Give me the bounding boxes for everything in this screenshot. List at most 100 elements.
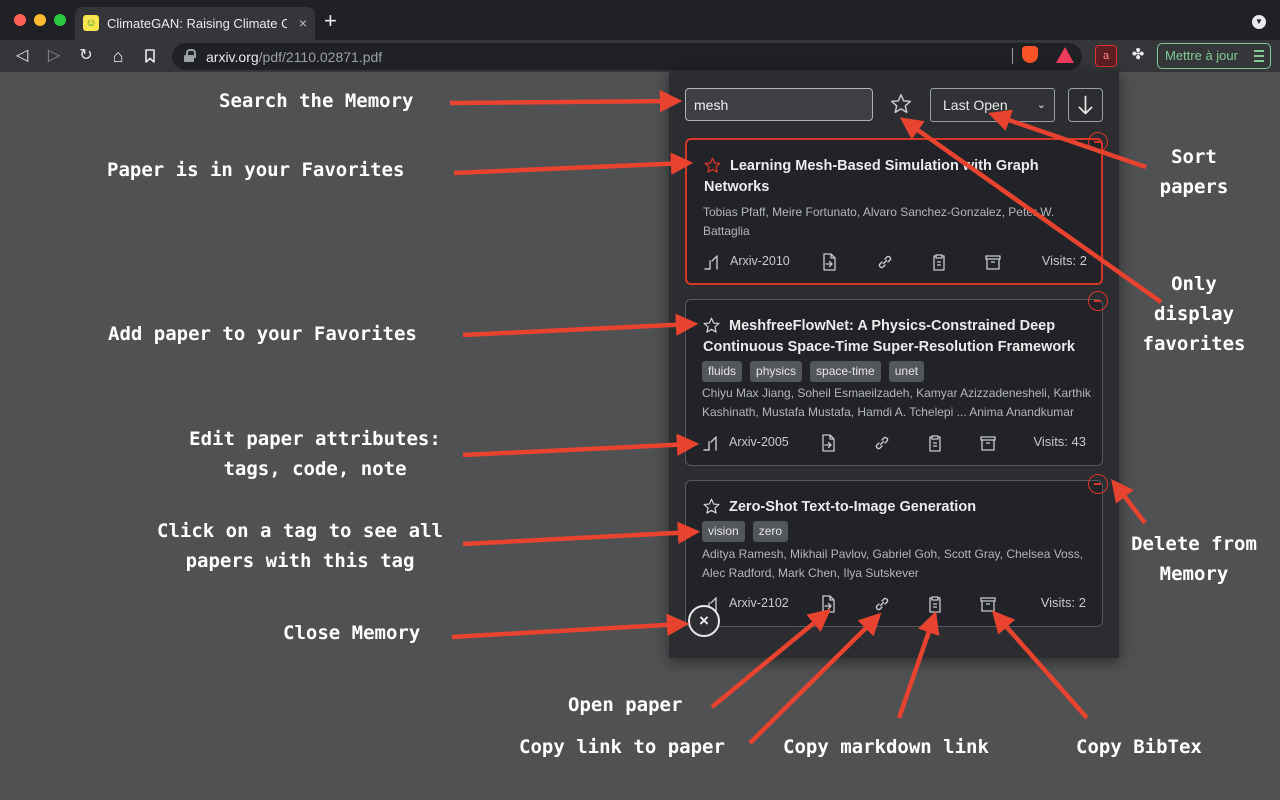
paper-title[interactable]: Learning Mesh-Based Simulation with Grap… [704, 156, 1084, 198]
paper-venue: Arxiv-2102 [729, 596, 789, 610]
paper-title[interactable]: MeshfreeFlowNet: A Physics-Constrained D… [703, 316, 1083, 358]
window-close-button[interactable] [14, 14, 26, 26]
annotation-only-favorites: Only display favorites [1138, 269, 1250, 359]
tab-search-icon[interactable]: ▼ [1252, 15, 1266, 29]
paper-card: MeshfreeFlowNet: A Physics-Constrained D… [685, 299, 1103, 466]
copy-markdown-icon[interactable] [925, 433, 945, 453]
new-tab-button[interactable]: + [324, 10, 337, 32]
paper-actions: Arxiv-2102 Visits: 2 [702, 593, 1086, 615]
window-zoom-button[interactable] [54, 14, 66, 26]
paper-visits: Visits: 2 [1040, 595, 1086, 610]
paper-visits: Visits: 43 [1033, 434, 1086, 449]
annotation-line: favorites [1142, 333, 1246, 355]
arxiv-memory-extension-icon[interactable]: a [1095, 45, 1117, 67]
annotation-line: Only [1171, 273, 1217, 295]
memory-panel: Last Open ⌄ Learning Mesh-Based Simulati… [669, 70, 1119, 658]
update-button-label: Mettre à jour [1165, 48, 1238, 63]
copy-link-icon[interactable] [872, 433, 892, 453]
sort-select[interactable]: Last Open ⌄ [930, 88, 1055, 122]
address-bar[interactable]: arxiv.org/pdf/2110.02871.pdf [172, 43, 1082, 70]
url-text: arxiv.org/pdf/2110.02871.pdf [206, 49, 383, 65]
forward-button[interactable]: ▷ [42, 44, 66, 68]
paper-authors: Aditya Ramesh, Mikhail Pavlov, Gabriel G… [702, 547, 1084, 580]
window-minimize-button[interactable] [34, 14, 46, 26]
extensions-puzzle-icon[interactable]: ✤ [1127, 44, 1149, 66]
annotation-line: tags, code, note [223, 458, 407, 480]
bookmark-icon[interactable] [142, 48, 158, 64]
arrow-edit-attributes [462, 433, 700, 458]
brave-rewards-icon[interactable] [1056, 47, 1074, 63]
tag-list: fluids physics space-time unet [702, 361, 925, 382]
annotation-edit-attributes: Edit paper attributes: tags, code, note [178, 424, 452, 484]
tab-bar: ☺ ClimateGAN: Raising Climate Cl × + ▼ [0, 0, 1280, 40]
tag-chip[interactable]: physics [750, 361, 803, 382]
tag-chip[interactable]: zero [752, 521, 789, 542]
tag-chip[interactable]: vision [702, 521, 745, 542]
annotation-copy-markdown: Copy markdown link [783, 736, 989, 758]
sort-direction-button[interactable] [1068, 88, 1103, 122]
annotation-search: Search the Memory [219, 90, 414, 112]
sort-select-value: Last Open [943, 97, 1008, 113]
tab-climategan[interactable]: ☺ ClimateGAN: Raising Climate Cl × [75, 7, 315, 40]
annotation-add-favorite: Add paper to your Favorites [108, 323, 417, 345]
arrow-delete [1111, 479, 1147, 525]
paper-visits: Visits: 2 [1041, 253, 1087, 268]
search-input[interactable] [685, 88, 873, 121]
copy-bibtex-icon[interactable] [983, 252, 1003, 272]
annotation-close: Close Memory [283, 622, 421, 644]
copy-bibtex-icon[interactable] [978, 594, 998, 614]
open-paper-icon[interactable] [818, 433, 838, 453]
arrow-add-favorite [462, 313, 699, 338]
paper-venue: Arxiv-2005 [729, 435, 789, 449]
paper-venue: Arxiv-2010 [730, 254, 790, 268]
smiley-favicon-icon: ☺ [83, 15, 99, 31]
tag-chip[interactable]: unet [888, 361, 925, 382]
tab-close-icon[interactable]: × [299, 15, 307, 31]
paper-authors: Chiyu Max Jiang, Soheil Esmaeilzadeh, Ka… [702, 386, 1091, 419]
brave-shield-icon[interactable] [1022, 46, 1038, 63]
annotation-sort: Sort papers [1150, 142, 1238, 202]
open-paper-icon[interactable] [819, 252, 839, 272]
reload-button[interactable]: ↻ [74, 44, 98, 68]
tab-title: ClimateGAN: Raising Climate Cl [107, 16, 287, 31]
close-memory-button[interactable]: × [688, 605, 720, 637]
annotation-copy-bibtex: Copy BibTex [1076, 736, 1202, 758]
annotation-favorites: Paper is in your Favorites [107, 159, 405, 181]
tag-chip[interactable]: space-time [810, 361, 881, 382]
annotation-open-paper: Open paper [568, 694, 683, 716]
arrow-close [451, 613, 690, 640]
annotation-copy-link: Copy link to paper [519, 736, 725, 758]
paper-card: Zero-Shot Text-to-Image Generation visio… [685, 480, 1103, 627]
browser-toolbar: ◁ ▷ ↻ ⌂ arxiv.org/pdf/2110.02871.pdf a ✤… [0, 40, 1280, 72]
toolbar-divider [1012, 48, 1013, 64]
edit-attributes-icon[interactable] [702, 434, 720, 452]
open-paper-icon[interactable] [818, 594, 838, 614]
annotation-line: display [1153, 303, 1235, 325]
copy-link-icon[interactable] [875, 252, 895, 272]
paper-actions: Arxiv-2005 Visits: 43 [702, 432, 1086, 454]
delete-paper-icon[interactable] [1088, 132, 1108, 152]
back-button[interactable]: ◁ [10, 44, 34, 68]
arrow-search [449, 89, 683, 113]
home-button[interactable]: ⌂ [106, 44, 130, 68]
copy-bibtex-icon[interactable] [978, 433, 998, 453]
annotation-delete: Delete from Memory [1122, 529, 1266, 589]
delete-paper-icon[interactable] [1088, 291, 1108, 311]
favorites-filter-star-icon[interactable] [889, 92, 913, 116]
paper-actions: Arxiv-2010 Visits: 2 [703, 251, 1087, 273]
annotation-line: papers with this tag [185, 550, 415, 572]
copy-markdown-icon[interactable] [925, 594, 945, 614]
menu-icon [1254, 50, 1264, 62]
paper-title[interactable]: Zero-Shot Text-to-Image Generation [703, 497, 1083, 518]
delete-paper-icon[interactable] [1088, 474, 1108, 494]
chevron-down-icon: ⌄ [1036, 99, 1046, 111]
arrow-tags [462, 521, 701, 547]
update-button[interactable]: Mettre à jour [1157, 43, 1271, 69]
copy-markdown-icon[interactable] [929, 252, 949, 272]
tag-chip[interactable]: fluids [702, 361, 743, 382]
annotation-line: Sort [1171, 146, 1217, 168]
annotation-line: papers [1159, 176, 1229, 198]
annotation-line: Delete from [1131, 533, 1257, 555]
copy-link-icon[interactable] [872, 594, 892, 614]
edit-attributes-icon[interactable] [703, 253, 721, 271]
